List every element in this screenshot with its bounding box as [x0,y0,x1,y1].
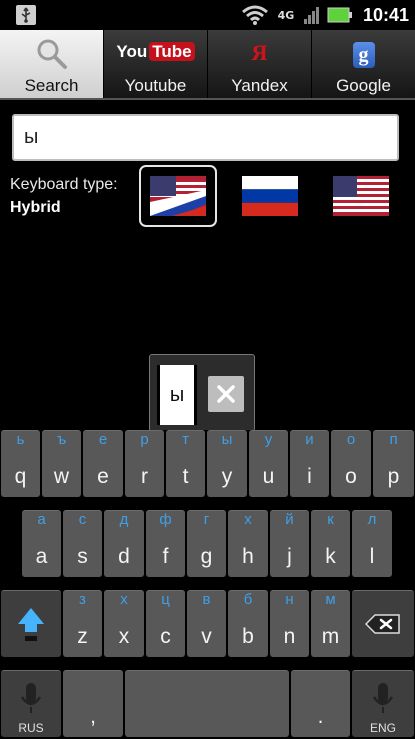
key-r[interactable]: рr [125,430,164,497]
key-b[interactable]: бb [228,590,268,657]
tab-label: Yandex [231,76,288,95]
search-icon [37,39,67,69]
russia-flag-icon [242,176,298,216]
tab-search[interactable]: Search [0,30,104,98]
key-h[interactable]: хh [228,510,268,577]
tab-label: Youtube [124,76,187,95]
key-w[interactable]: ъw [42,430,81,497]
key-c[interactable]: цc [146,590,185,657]
rus-mic-key[interactable]: RUS [1,670,61,737]
tab-yandex[interactable]: Я Yandex [208,30,312,98]
key-f[interactable]: фf [146,510,185,577]
key-g[interactable]: гg [187,510,226,577]
key-e[interactable]: еe [83,430,123,497]
key-t[interactable]: тt [166,430,205,497]
usb-icon [16,5,36,25]
period-key[interactable]: . [291,670,350,737]
microphone-icon [372,682,394,713]
keyboard-type-value: Hybrid [10,199,61,216]
key-z[interactable]: зz [63,590,102,657]
yandex-logo: Я [251,40,268,65]
usa-flag-icon [333,176,389,216]
hybrid-flag-icon [150,176,206,216]
shift-key[interactable] [1,590,61,657]
tab-label: Search [24,76,79,95]
4g-icon: 4G [277,8,295,22]
key-n[interactable]: нn [270,590,309,657]
key-i[interactable]: иi [290,430,329,497]
status-bar: 4G 10:41 [0,0,415,30]
space-key[interactable] [125,670,289,737]
key-d[interactable]: дd [104,510,144,577]
keyboard: ьq ъw еe рr тt ыy уu иi оo пp аa сs дd ф… [0,430,415,739]
keyboard-type-label: Keyboard type: [10,176,118,193]
wifi-icon [241,5,268,25]
key-p[interactable]: пp [373,430,414,497]
key-a[interactable]: аa [22,510,61,577]
close-icon[interactable] [208,376,244,412]
hybrid-flag-button[interactable] [139,165,217,227]
clock: 10:41 [362,4,409,25]
eng-mic-key[interactable]: ENG [352,670,414,737]
candidate-key[interactable]: ы [157,365,197,425]
search-input[interactable]: ы [12,114,399,161]
microphone-icon [20,682,42,713]
key-q[interactable]: ьq [1,430,40,497]
key-k[interactable]: кk [311,510,350,577]
key-u[interactable]: уu [249,430,288,497]
tab-label: Google [336,76,391,95]
key-s[interactable]: сs [63,510,102,577]
google-logo: g [352,42,375,68]
key-o[interactable]: оo [331,430,371,497]
key-y[interactable]: ыy [207,430,247,497]
backspace-icon [365,614,400,634]
battery-icon [327,7,352,23]
key-j[interactable]: йj [270,510,309,577]
russia-flag-button[interactable] [231,165,309,227]
key-m[interactable]: мm [311,590,350,657]
signal-icon [303,7,319,24]
key-v[interactable]: вv [187,590,226,657]
tab-youtube[interactable]: You Tube Youtube [104,30,208,98]
tab-google[interactable]: g Google [312,30,415,98]
shift-icon [18,608,44,641]
comma-key[interactable]: , [63,670,123,737]
tab-bar: Search You Tube Youtube Я Yandex g Google [0,30,415,100]
usa-flag-button[interactable] [322,165,400,227]
key-l[interactable]: лl [352,510,392,577]
key-x[interactable]: хx [104,590,144,657]
candidate-popup: ы [149,354,255,432]
youtube-logo: You Tube [116,42,195,62]
backspace-key[interactable] [352,590,414,657]
